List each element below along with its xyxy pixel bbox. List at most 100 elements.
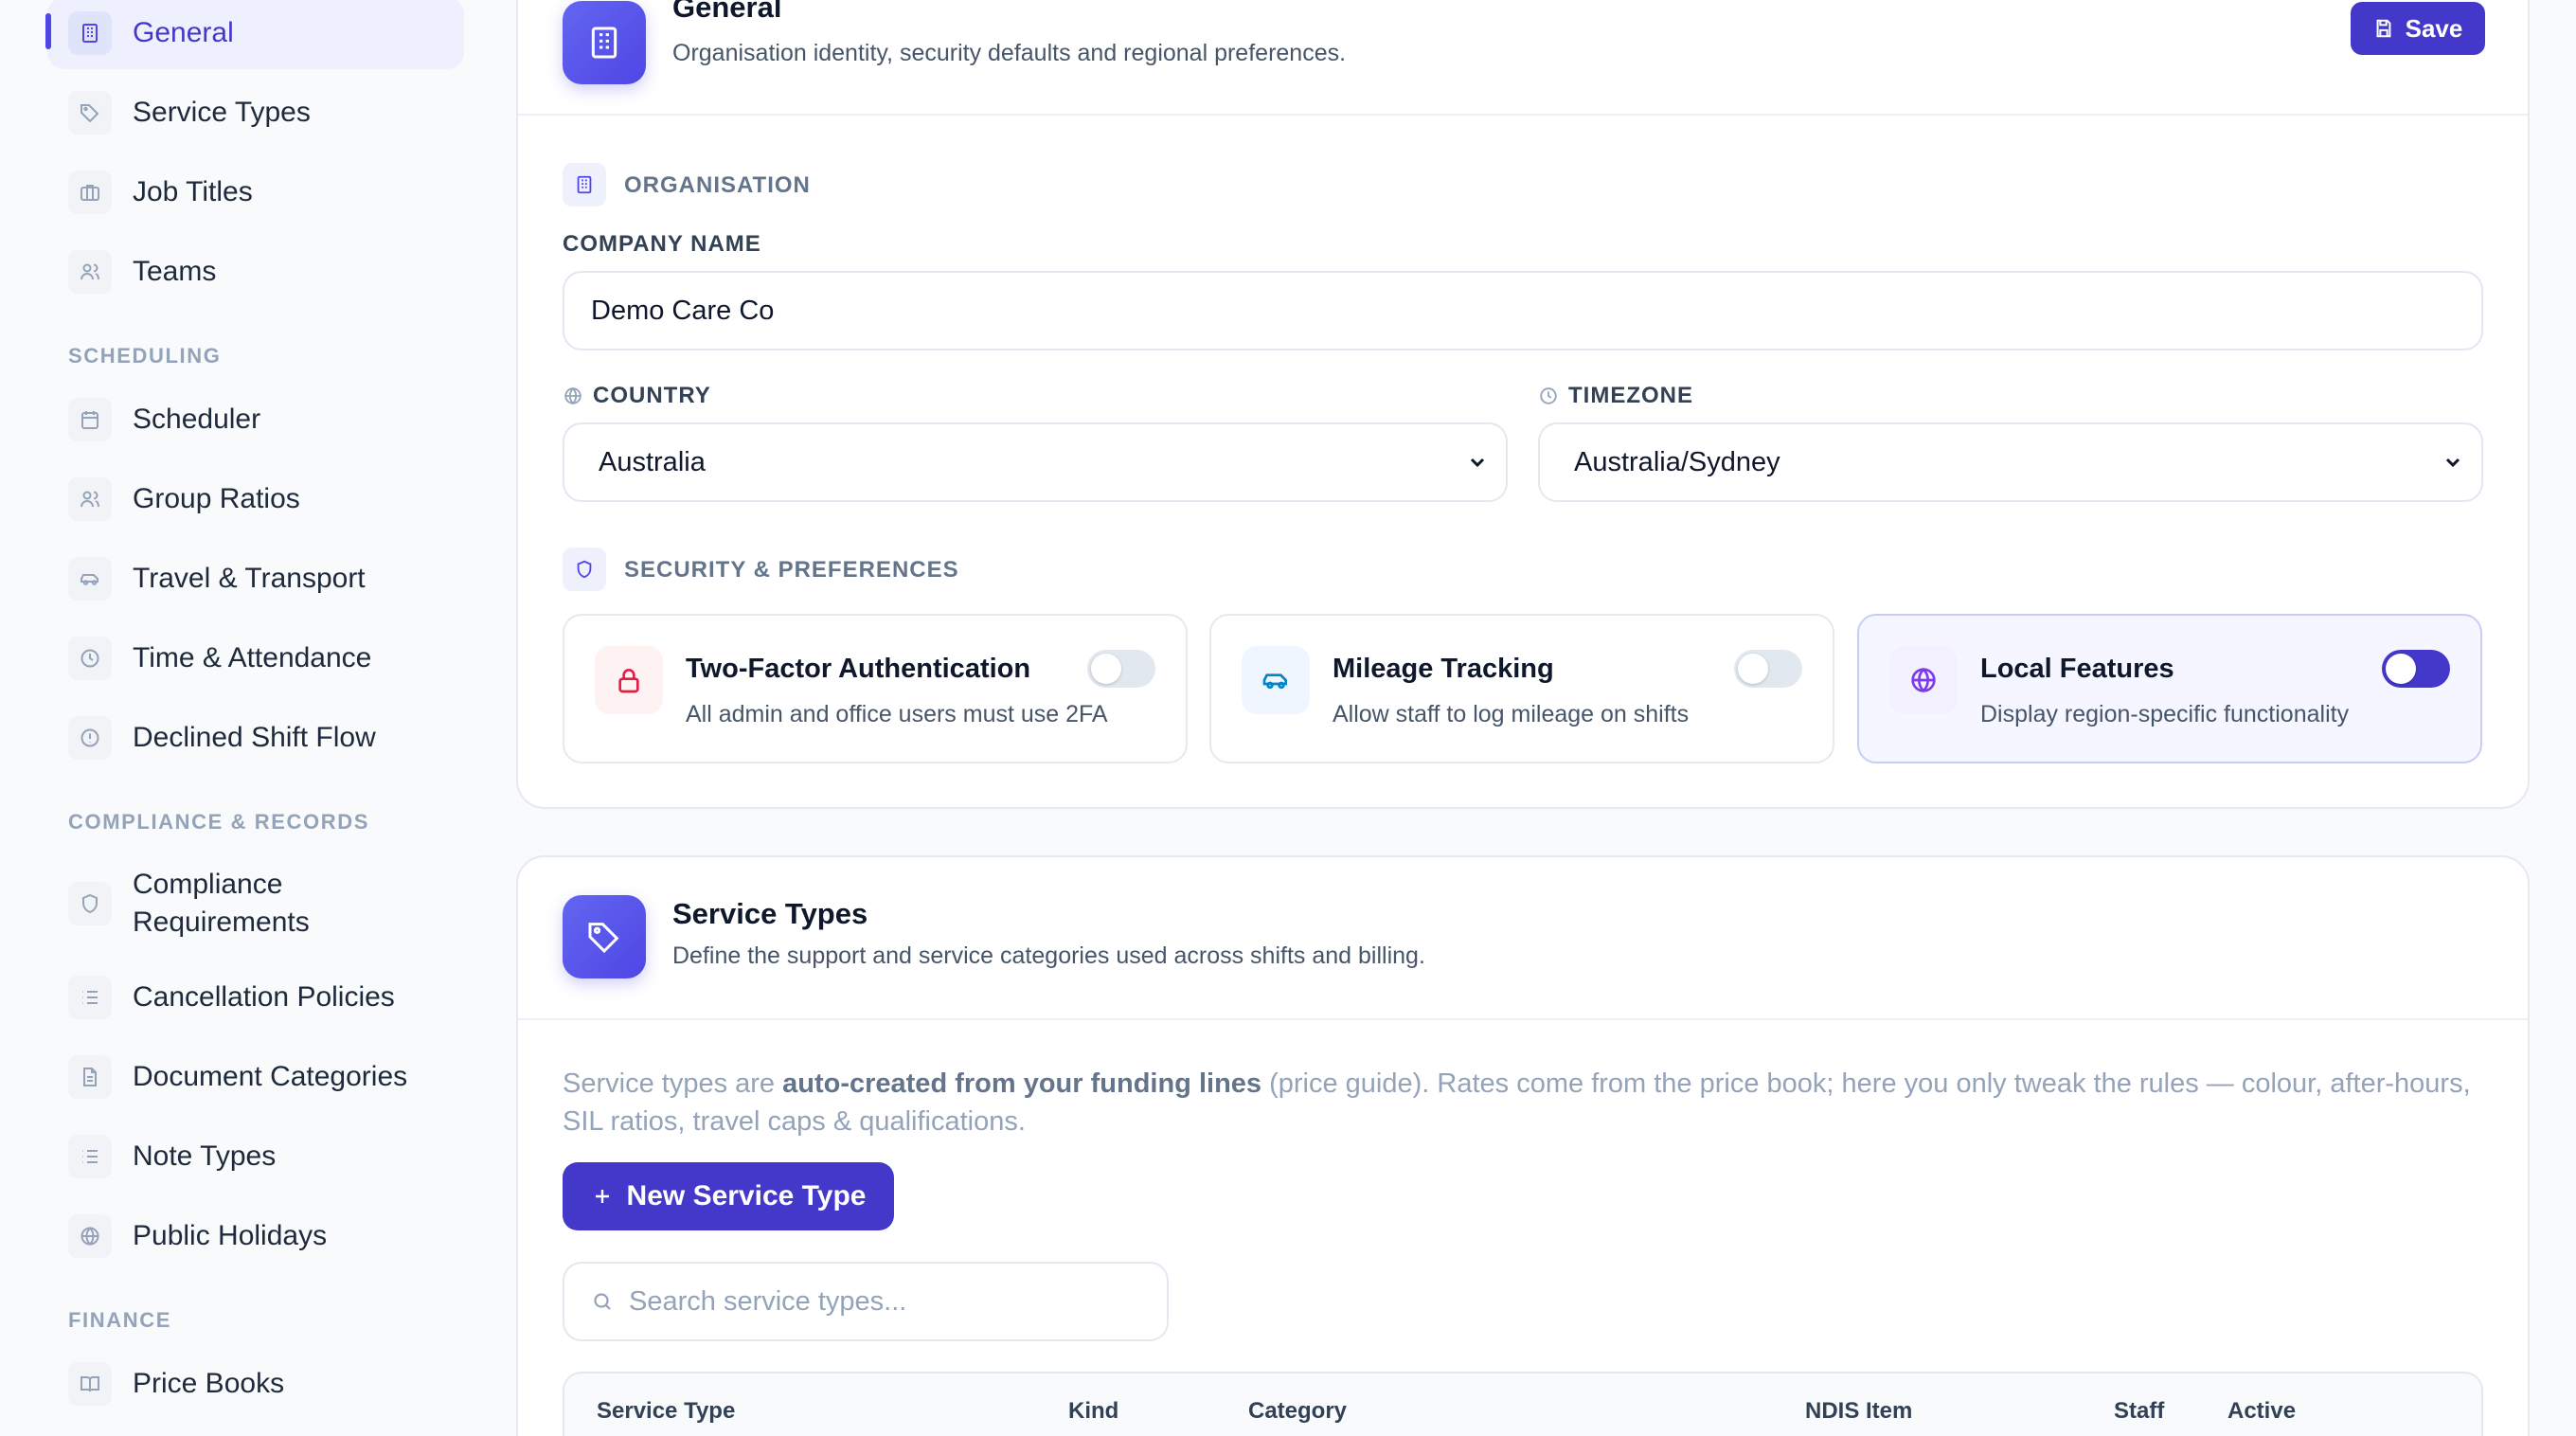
save-button[interactable]: Save <box>2351 2 2485 55</box>
book-icon <box>68 1362 112 1406</box>
service-types-search <box>563 1262 1169 1341</box>
globe-icon <box>1889 646 1958 714</box>
toggle-description: Allow staff to log mileage on shifts <box>1333 701 1690 727</box>
users-icon <box>68 250 112 294</box>
sidebar-item-price-books[interactable]: Price Books <box>47 1348 464 1420</box>
service-types-card: Service Types Define the support and ser… <box>516 855 2530 1436</box>
sidebar-item-label: Cancellation Policies <box>133 981 395 1013</box>
sidebar-item-label: Group Ratios <box>133 483 300 514</box>
clock-icon <box>68 637 112 680</box>
column-header-kind[interactable]: Kind <box>1068 1398 1118 1425</box>
toggle-card-two-factor: Two-Factor Authentication All admin and … <box>563 614 1188 763</box>
sidebar-item-label: Travel & Transport <box>133 563 366 594</box>
section-label-organisation: ORGANISATION <box>624 172 811 198</box>
toggle-knob <box>1738 654 1768 684</box>
country-select[interactable]: Australia <box>563 422 1508 502</box>
timezone-select[interactable]: Australia/Sydney <box>1538 422 2483 502</box>
sidebar-item-service-types[interactable]: Service Types <box>47 77 464 149</box>
mileage-toggle[interactable] <box>1734 650 1802 688</box>
column-header-category[interactable]: Category <box>1248 1398 1347 1425</box>
sidebar-item-general[interactable]: General <box>47 0 464 69</box>
chevron-down-icon <box>2445 458 2460 468</box>
sidebar-item-compliance-requirements[interactable]: Compliance Requirements <box>47 864 464 943</box>
sidebar-item-label: Service Types <box>133 97 311 128</box>
section-label-security: SECURITY & PREFERENCES <box>624 557 959 583</box>
sidebar-item-note-types[interactable]: Note Types <box>47 1121 464 1193</box>
plus-icon <box>595 1190 609 1203</box>
toggle-title: Local Features <box>1980 654 2174 684</box>
sidebar-item-label: Scheduler <box>133 404 261 435</box>
save-button-label: Save <box>2405 13 2463 43</box>
sidebar-item-declined-shift-flow[interactable]: Declined Shift Flow <box>47 702 464 774</box>
local-features-toggle[interactable] <box>2382 650 2450 688</box>
timezone-label-text: TIMEZONE <box>1568 383 1693 408</box>
building-icon <box>68 11 112 55</box>
building-icon <box>563 1 646 84</box>
sidebar-item-teams[interactable]: Teams <box>47 236 464 308</box>
sidebar-item-scheduler[interactable]: Scheduler <box>47 384 464 456</box>
shield-icon <box>68 882 112 925</box>
sidebar-item-document-categories[interactable]: Document Categories <box>47 1041 464 1113</box>
company-name-label: COMPANY NAME <box>563 231 761 257</box>
car-icon <box>1242 646 1310 714</box>
card-subtitle: Define the support and service categorie… <box>672 942 1425 969</box>
sidebar-item-label: Price Books <box>133 1368 285 1399</box>
sidebar-item-label-line2: Requirements <box>133 906 310 938</box>
toggle-title: Mileage Tracking <box>1333 654 1554 684</box>
column-header-staff[interactable]: Staff <box>2114 1398 2164 1425</box>
service-types-table: Service Type Kind Category NDIS Item Sta… <box>563 1372 2483 1436</box>
users-icon <box>68 477 112 521</box>
service-types-info: Service types are auto-created from your… <box>563 1065 2476 1140</box>
search-input[interactable] <box>629 1285 1140 1318</box>
tag-icon <box>563 895 646 978</box>
new-service-type-button[interactable]: New Service Type <box>563 1162 894 1230</box>
calendar-icon <box>68 398 112 441</box>
sidebar-item-time-attendance[interactable]: Time & Attendance <box>47 622 464 694</box>
card-divider <box>518 1018 2528 1020</box>
sidebar-item-label: Note Types <box>133 1140 277 1172</box>
sidebar-item-job-titles[interactable]: Job Titles <box>47 156 464 228</box>
globe-icon <box>68 1214 112 1258</box>
card-title: General <box>672 0 782 24</box>
sidebar-item-cancellation-policies[interactable]: Cancellation Policies <box>47 961 464 1033</box>
toggle-description: All admin and office users must use 2FA <box>686 701 1108 727</box>
shield-icon <box>563 547 606 591</box>
timezone-select-value: Australia/Sydney <box>1574 446 1780 477</box>
sidebar-item-travel-transport[interactable]: Travel & Transport <box>47 543 464 615</box>
company-name-input[interactable] <box>563 271 2483 350</box>
sidebar-item-label: Job Titles <box>133 176 253 207</box>
list-icon <box>68 976 112 1019</box>
toggle-card-local-features: Local Features Display region-specific f… <box>1857 614 2482 763</box>
sidebar-item-label: Compliance Requirements <box>133 866 310 942</box>
two-factor-toggle[interactable] <box>1087 650 1155 688</box>
tag-icon <box>68 91 112 135</box>
general-settings-card: General Organisation identity, security … <box>516 0 2530 809</box>
sidebar-item-group-ratios[interactable]: Group Ratios <box>47 463 464 535</box>
building-icon <box>563 163 606 206</box>
info-bold: auto-created from your funding lines <box>782 1068 1262 1099</box>
briefcase-icon <box>68 171 112 214</box>
column-header-ndis-item[interactable]: NDIS Item <box>1805 1398 1912 1425</box>
timezone-label: TIMEZONE <box>1538 383 1693 409</box>
toggle-description: Display region-specific functionality <box>1980 701 2350 727</box>
chevron-down-icon <box>1470 458 1485 468</box>
info-prefix: Service types are <box>563 1068 783 1099</box>
toggle-title: Two-Factor Authentication <box>686 654 1031 684</box>
column-header-active[interactable]: Active <box>2227 1398 2296 1425</box>
sidebar-section-finance: FINANCE <box>68 1308 171 1332</box>
car-icon <box>68 557 112 601</box>
card-divider <box>518 114 2528 116</box>
globe-icon <box>564 386 581 405</box>
file-icon <box>68 1055 112 1099</box>
lock-icon <box>595 646 663 714</box>
sidebar-item-public-holidays[interactable]: Public Holidays <box>47 1200 464 1272</box>
list-icon <box>68 1135 112 1178</box>
alert-circle-icon <box>68 716 112 760</box>
settings-sidebar: General Service Types Job Titles Teams S… <box>0 0 483 1436</box>
sidebar-item-label: Teams <box>133 256 217 287</box>
sidebar-item-label: Document Categories <box>133 1061 408 1092</box>
toggle-knob <box>1091 654 1121 684</box>
new-service-type-label: New Service Type <box>626 1180 867 1212</box>
column-header-service-type[interactable]: Service Type <box>597 1398 735 1425</box>
clock-icon <box>1540 387 1557 404</box>
